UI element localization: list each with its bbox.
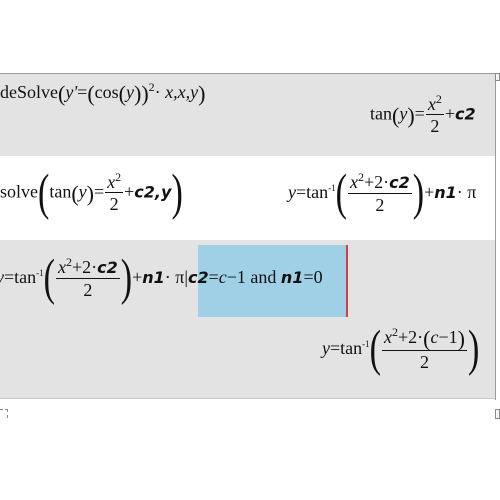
tan-func: tan <box>370 103 392 124</box>
and-keyword: and <box>245 267 281 288</box>
row2-in-den: 2 <box>109 194 119 214</box>
row3-in-fraction: x2+2·c2 2 <box>55 256 120 301</box>
row2-equals: = <box>93 181 105 202</box>
row2-out-c2: c2 <box>389 173 410 192</box>
row3-in-c2: c2 <box>97 258 118 277</box>
vertical-scrollbar[interactable] <box>495 73 500 423</box>
cond1-minus1: −1 <box>226 267 246 288</box>
row2-out-inverse: -1 <box>328 183 336 194</box>
row1-dot: · <box>154 82 161 102</box>
row1-out-fraction: x2 2 <box>425 92 444 137</box>
row2-tan: tan <box>49 181 72 202</box>
solve-func: solve <box>0 181 38 202</box>
row1-out-constant: c2 <box>454 104 476 124</box>
text-cursor <box>346 245 348 317</box>
row2-in-plus: + <box>124 181 135 202</box>
row1-var-y: y <box>125 82 134 102</box>
row3-in-plus2: +2· <box>71 257 98 277</box>
cond1-c: c <box>218 267 227 288</box>
calculator-document: deSolve(y'=(cos(y))2· x,x,y) tan(y)= x2 2 +… <box>0 0 500 500</box>
row3-in-den: 2 <box>83 280 93 300</box>
row1-out-den: 2 <box>430 116 440 136</box>
cos-func: cos <box>94 82 119 102</box>
row3-out-plus2: +2· <box>397 327 424 347</box>
row3-in-n1: n1 <box>142 268 165 288</box>
empty-entry-marker[interactable] <box>0 409 8 418</box>
row3-in-arctan: tan <box>14 267 37 288</box>
row3-input[interactable]: y=tan-1(x2+2·c22)+n1· π|c2=c−1 and n1=0 <box>0 253 323 304</box>
row3-out-arctan: tan <box>340 338 363 359</box>
cond2-n1: n1 <box>280 268 304 288</box>
row1-args: x,x,y <box>165 82 199 102</box>
scroll-down-button[interactable] <box>495 409 500 419</box>
row2-out-y: y <box>288 182 296 203</box>
row2-in-x: x <box>107 172 116 192</box>
row3-output[interactable]: y=tan-1(x2+2·(c−1) 2) <box>322 324 479 375</box>
row3-out-y: y <box>322 338 330 359</box>
row2-out-plus2: +2· <box>363 172 390 192</box>
row2-in-constant: c2 <box>134 182 155 202</box>
row1-out-equals: = <box>414 103 425 124</box>
cond1-c2: c2 <box>187 268 209 288</box>
cond2-equals: = <box>303 267 314 288</box>
row2-out-equals: = <box>296 182 307 203</box>
row3-out-equals: = <box>330 338 341 359</box>
row1-out-plus: + <box>444 103 455 124</box>
row3-out-fraction: x2+2·(c−1) 2 <box>381 325 467 372</box>
row2-out-arctan: tan <box>306 182 329 203</box>
row1-out-var-y: y <box>399 103 408 124</box>
row2-in-fraction: x2 2 <box>105 170 124 215</box>
row3-in-inverse: -1 <box>36 268 44 279</box>
row1-out-exp: 2 <box>435 92 442 106</box>
row3-out-x: x <box>383 327 392 347</box>
row3-out-inverse: -1 <box>362 339 370 350</box>
row2-out-fraction: x2+2·c2 2 <box>347 171 412 216</box>
row2-in-solve-var: y <box>161 182 172 202</box>
cond1-equals: = <box>208 267 219 288</box>
row2-input[interactable]: solve(tan(y)= x2 2 +c2,y) <box>0 167 183 218</box>
row2-out-x: x <box>349 172 358 192</box>
row2-var-y: y <box>78 181 87 202</box>
row1-output[interactable]: tan(y)= x2 2 +c2 <box>370 92 476 137</box>
row3-out-minus1: −1 <box>438 327 458 347</box>
row3-in-equals: = <box>4 267 15 288</box>
row2-out-den: 2 <box>375 195 385 215</box>
row3-in-plus: + <box>132 267 143 288</box>
row3-in-pi: π <box>175 267 185 288</box>
history-bottom-rule <box>0 398 495 399</box>
scroll-up-button[interactable] <box>495 73 500 81</box>
desolve-func: deSolve <box>0 82 58 102</box>
row3-in-dot: · <box>164 267 171 288</box>
row2-out-n1: n1 <box>434 183 457 203</box>
row1-lhs: y' <box>65 82 78 102</box>
row2-output[interactable]: y=tan-1(x2+2·c2 2)+n1· π <box>288 168 477 219</box>
cond2-zero: 0 <box>313 267 323 288</box>
row2-out-pi: π <box>467 182 477 203</box>
row2-in-exp: 2 <box>115 170 122 184</box>
row1-equals: = <box>77 82 88 102</box>
row2-out-plus: + <box>424 182 435 203</box>
row3-out-den: 2 <box>419 351 429 372</box>
row1-input[interactable]: deSolve(y'=(cos(y))2· x,x,y) <box>0 81 205 105</box>
row1-out-x: x <box>427 94 436 114</box>
row2-out-dot: · <box>456 182 463 203</box>
row3-in-x: x <box>57 257 66 277</box>
